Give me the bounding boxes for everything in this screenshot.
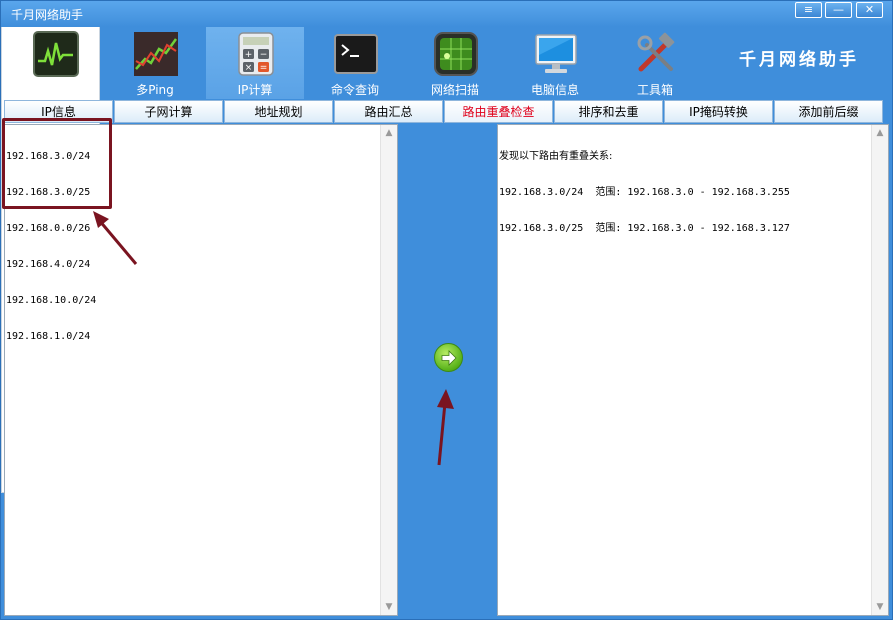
scroll-down-icon[interactable]: ▼ — [872, 599, 888, 615]
brand-logo-text: 千月网络助手 — [739, 50, 859, 70]
output-lines: 发现以下路由有重叠关系: 192.168.3.0/24 范围: 192.168.… — [499, 127, 790, 259]
annotation-highlight-box — [2, 118, 112, 209]
output-scrollbar[interactable]: ▲ ▼ — [871, 125, 888, 615]
calculator-icon: + − × = — [238, 32, 274, 76]
tab-sort-dedup[interactable]: 排序和去重 — [554, 100, 663, 123]
annotation-arrow-icon — [93, 211, 138, 265]
tool-scan[interactable]: 网络扫描 — [406, 27, 504, 99]
tab-subnet-calc[interactable]: 子网计算 — [114, 100, 223, 123]
tab-ip-mask-convert[interactable]: IP掩码转换 — [664, 100, 773, 123]
tool-label: 多Ping — [136, 83, 174, 97]
output-line: 192.168.3.0/25 范围: 192.168.3.0 - 192.168… — [499, 223, 790, 234]
scroll-down-icon[interactable]: ▼ — [381, 599, 397, 615]
hamburger-icon: ≡ — [803, 3, 814, 16]
tool-toolbox[interactable]: 工具箱 — [606, 27, 704, 99]
tab-add-prefix-suffix[interactable]: 添加前后缀 — [774, 100, 883, 123]
terminal-icon — [334, 34, 378, 74]
tool-ping[interactable]: Ping — [6, 27, 104, 99]
tool-label: 电脑信息 — [530, 83, 579, 97]
menu-button[interactable]: ≡ — [795, 2, 822, 18]
minimize-button[interactable]: — — [825, 2, 852, 18]
monitor-icon — [535, 34, 577, 73]
tool-label: 工具箱 — [636, 83, 673, 97]
tab-route-overlap[interactable]: 路由重叠检查 — [444, 100, 553, 123]
title-bar: 千月网络助手 ≡ — ✕ — [1, 1, 892, 27]
close-button[interactable]: ✕ — [856, 2, 883, 18]
output-line: 192.168.3.0/24 范围: 192.168.3.0 - 192.168… — [499, 187, 790, 198]
scroll-up-icon[interactable]: ▲ — [381, 125, 397, 141]
tool-label: IP计算 — [237, 83, 273, 97]
toolbar: Ping 多Ping + − × = IP计算 命令查询 网络扫描 电脑信息 工… — [1, 27, 892, 99]
tool-computer-info[interactable]: 电脑信息 — [506, 27, 604, 99]
output-line: 发现以下路由有重叠关系: — [499, 151, 613, 162]
minimize-icon: — — [833, 3, 844, 16]
radar-icon — [434, 32, 478, 76]
close-icon: ✕ — [864, 3, 875, 16]
annotation-arrow-icon — [437, 389, 454, 466]
scroll-up-icon[interactable]: ▲ — [872, 125, 888, 141]
arrow-right-icon — [441, 350, 457, 366]
run-check-button[interactable] — [434, 343, 463, 372]
tool-label: 命令查询 — [330, 83, 379, 97]
svg-text:×: × — [245, 63, 253, 73]
tool-command[interactable]: 命令查询 — [306, 27, 404, 99]
tool-ip-calc[interactable]: + − × = IP计算 — [206, 27, 304, 99]
tool-multi-ping[interactable]: 多Ping — [106, 27, 204, 99]
tools-icon — [637, 32, 675, 72]
tab-route-summary[interactable]: 路由汇总 — [334, 100, 443, 123]
result-output-textarea[interactable]: 发现以下路由有重叠关系: 192.168.3.0/24 范围: 192.168.… — [497, 124, 889, 616]
svg-text:=: = — [260, 63, 268, 73]
tab-address-plan[interactable]: 地址规划 — [224, 100, 333, 123]
svg-text:−: − — [260, 50, 268, 60]
tool-label: Ping — [42, 83, 68, 97]
tool-label: 网络扫描 — [430, 83, 479, 97]
svg-text:+: + — [245, 50, 253, 60]
stock-chart-icon — [134, 32, 178, 76]
input-line: 192.168.0.0/26 — [6, 223, 91, 234]
chart-icon — [33, 31, 79, 77]
app-window: 千月网络助手 ≡ — ✕ Ping 多Ping + − × = IP计算 命令查… — [0, 0, 893, 620]
input-line: 192.168.10.0/24 — [6, 295, 97, 306]
input-line: 192.168.1.0/24 — [6, 331, 91, 342]
function-tabs: IP信息 子网计算 地址规划 路由汇总 路由重叠检查 排序和去重 IP掩码转换 … — [4, 100, 889, 123]
input-line: 192.168.4.0/24 — [6, 259, 91, 270]
input-scrollbar[interactable]: ▲ ▼ — [380, 125, 397, 615]
window-title: 千月网络助手 — [11, 8, 84, 22]
